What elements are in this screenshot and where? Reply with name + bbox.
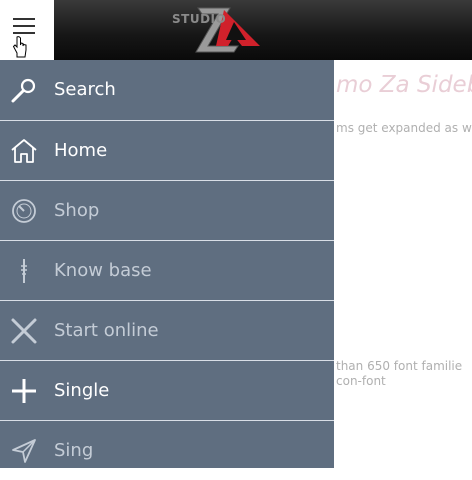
sidebar-item-single[interactable]: Single bbox=[0, 360, 334, 420]
sidebar-item-label: Home bbox=[54, 140, 108, 161]
plus-icon bbox=[12, 379, 36, 403]
search-icon bbox=[11, 78, 36, 103]
sidebar-item-search[interactable]: Search bbox=[0, 60, 334, 120]
menu-toggle-button[interactable] bbox=[0, 0, 54, 60]
sidebar-item-home[interactable]: Home bbox=[0, 120, 334, 180]
home-icon bbox=[11, 139, 37, 163]
send-icon bbox=[12, 439, 36, 463]
top-bar: STUDIO bbox=[0, 0, 472, 60]
hand-cursor-icon bbox=[12, 36, 27, 58]
sidebar-item-know-base[interactable]: Know base bbox=[0, 240, 334, 300]
sidebar-item-label: Sing bbox=[54, 440, 94, 461]
logo-text: STUDIO bbox=[172, 12, 227, 26]
sidebar-item-label: Single bbox=[54, 380, 110, 401]
sidebar-item-label: Shop bbox=[54, 200, 100, 221]
pencil-icon bbox=[21, 259, 27, 283]
page-title: mo Za Sidebar bbox=[336, 72, 472, 98]
clock-icon bbox=[12, 199, 36, 223]
sidebar-item-start-online[interactable]: Start online bbox=[0, 300, 334, 360]
hamburger-icon bbox=[13, 18, 35, 36]
sidebar-item-shop[interactable]: Shop bbox=[0, 180, 334, 240]
page-text-line: ms get expanded as we bbox=[336, 121, 472, 135]
sidebar-item-label: Know base bbox=[54, 260, 152, 281]
sidebar-item-label: Start online bbox=[54, 320, 159, 341]
logo-mark bbox=[195, 7, 260, 53]
sidebar-item-label: Search bbox=[54, 79, 116, 100]
page-text-line: con-font bbox=[336, 374, 386, 388]
sidebar-menu: Search Home Shop Know base Start online bbox=[0, 60, 334, 468]
logo[interactable]: STUDIO bbox=[168, 0, 264, 56]
sidebar-item-sing[interactable]: Sing bbox=[0, 420, 334, 480]
page-text-line: than 650 font familie bbox=[336, 359, 463, 373]
cross-icon bbox=[11, 318, 37, 344]
